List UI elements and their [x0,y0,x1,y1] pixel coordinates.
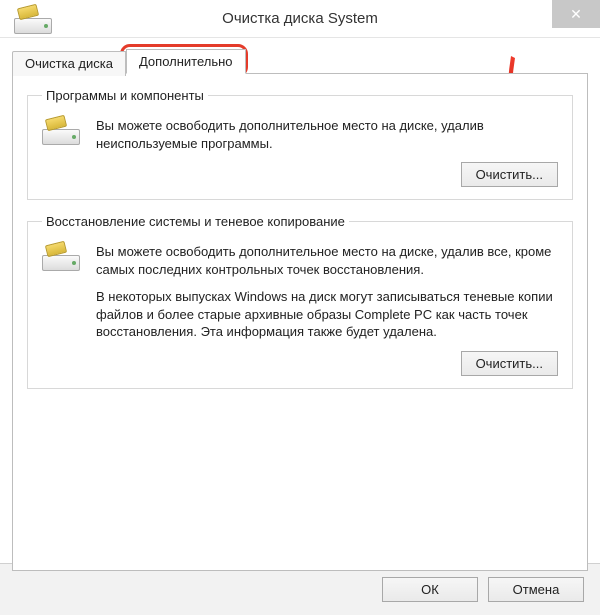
group-programs-legend: Программы и компоненты [42,88,208,103]
tab-panel-more: Программы и компоненты Вы можете освобод… [12,73,588,571]
tab-strip: Очистка диска Дополнительно [12,49,588,74]
group-programs: Программы и компоненты Вы можете освобод… [27,88,573,200]
window-title: Очистка диска System [0,10,600,27]
group-programs-text: Вы можете освободить дополнительное мест… [96,117,558,187]
cleanup-programs-button[interactable]: Очистить... [461,162,558,187]
disk-cleanup-icon [42,121,82,155]
group-restore-description-1: Вы можете освободить дополнительное мест… [96,243,558,278]
dialog-content: Очистка диска Дополнительно Программы и … [0,38,600,571]
titlebar: Очистка диска System ✕ [0,0,600,38]
tab-more-options[interactable]: Дополнительно [126,49,246,74]
group-restore-legend: Восстановление системы и теневое копиров… [42,214,349,229]
close-button[interactable]: ✕ [552,0,600,28]
disk-cleanup-icon [14,10,34,28]
cleanup-restore-button[interactable]: Очистить... [461,351,558,376]
group-restore-text: Вы можете освободить дополнительное мест… [96,243,558,376]
disk-cleanup-icon [42,247,82,281]
tab-disk-cleanup[interactable]: Очистка диска [12,51,126,76]
group-restore-description-2: В некоторых выпусках Windows на диск мог… [96,288,558,341]
group-restore: Восстановление системы и теневое копиров… [27,214,573,389]
ok-button[interactable]: ОК [382,577,478,602]
group-programs-description: Вы можете освободить дополнительное мест… [96,117,558,152]
cancel-button[interactable]: Отмена [488,577,584,602]
